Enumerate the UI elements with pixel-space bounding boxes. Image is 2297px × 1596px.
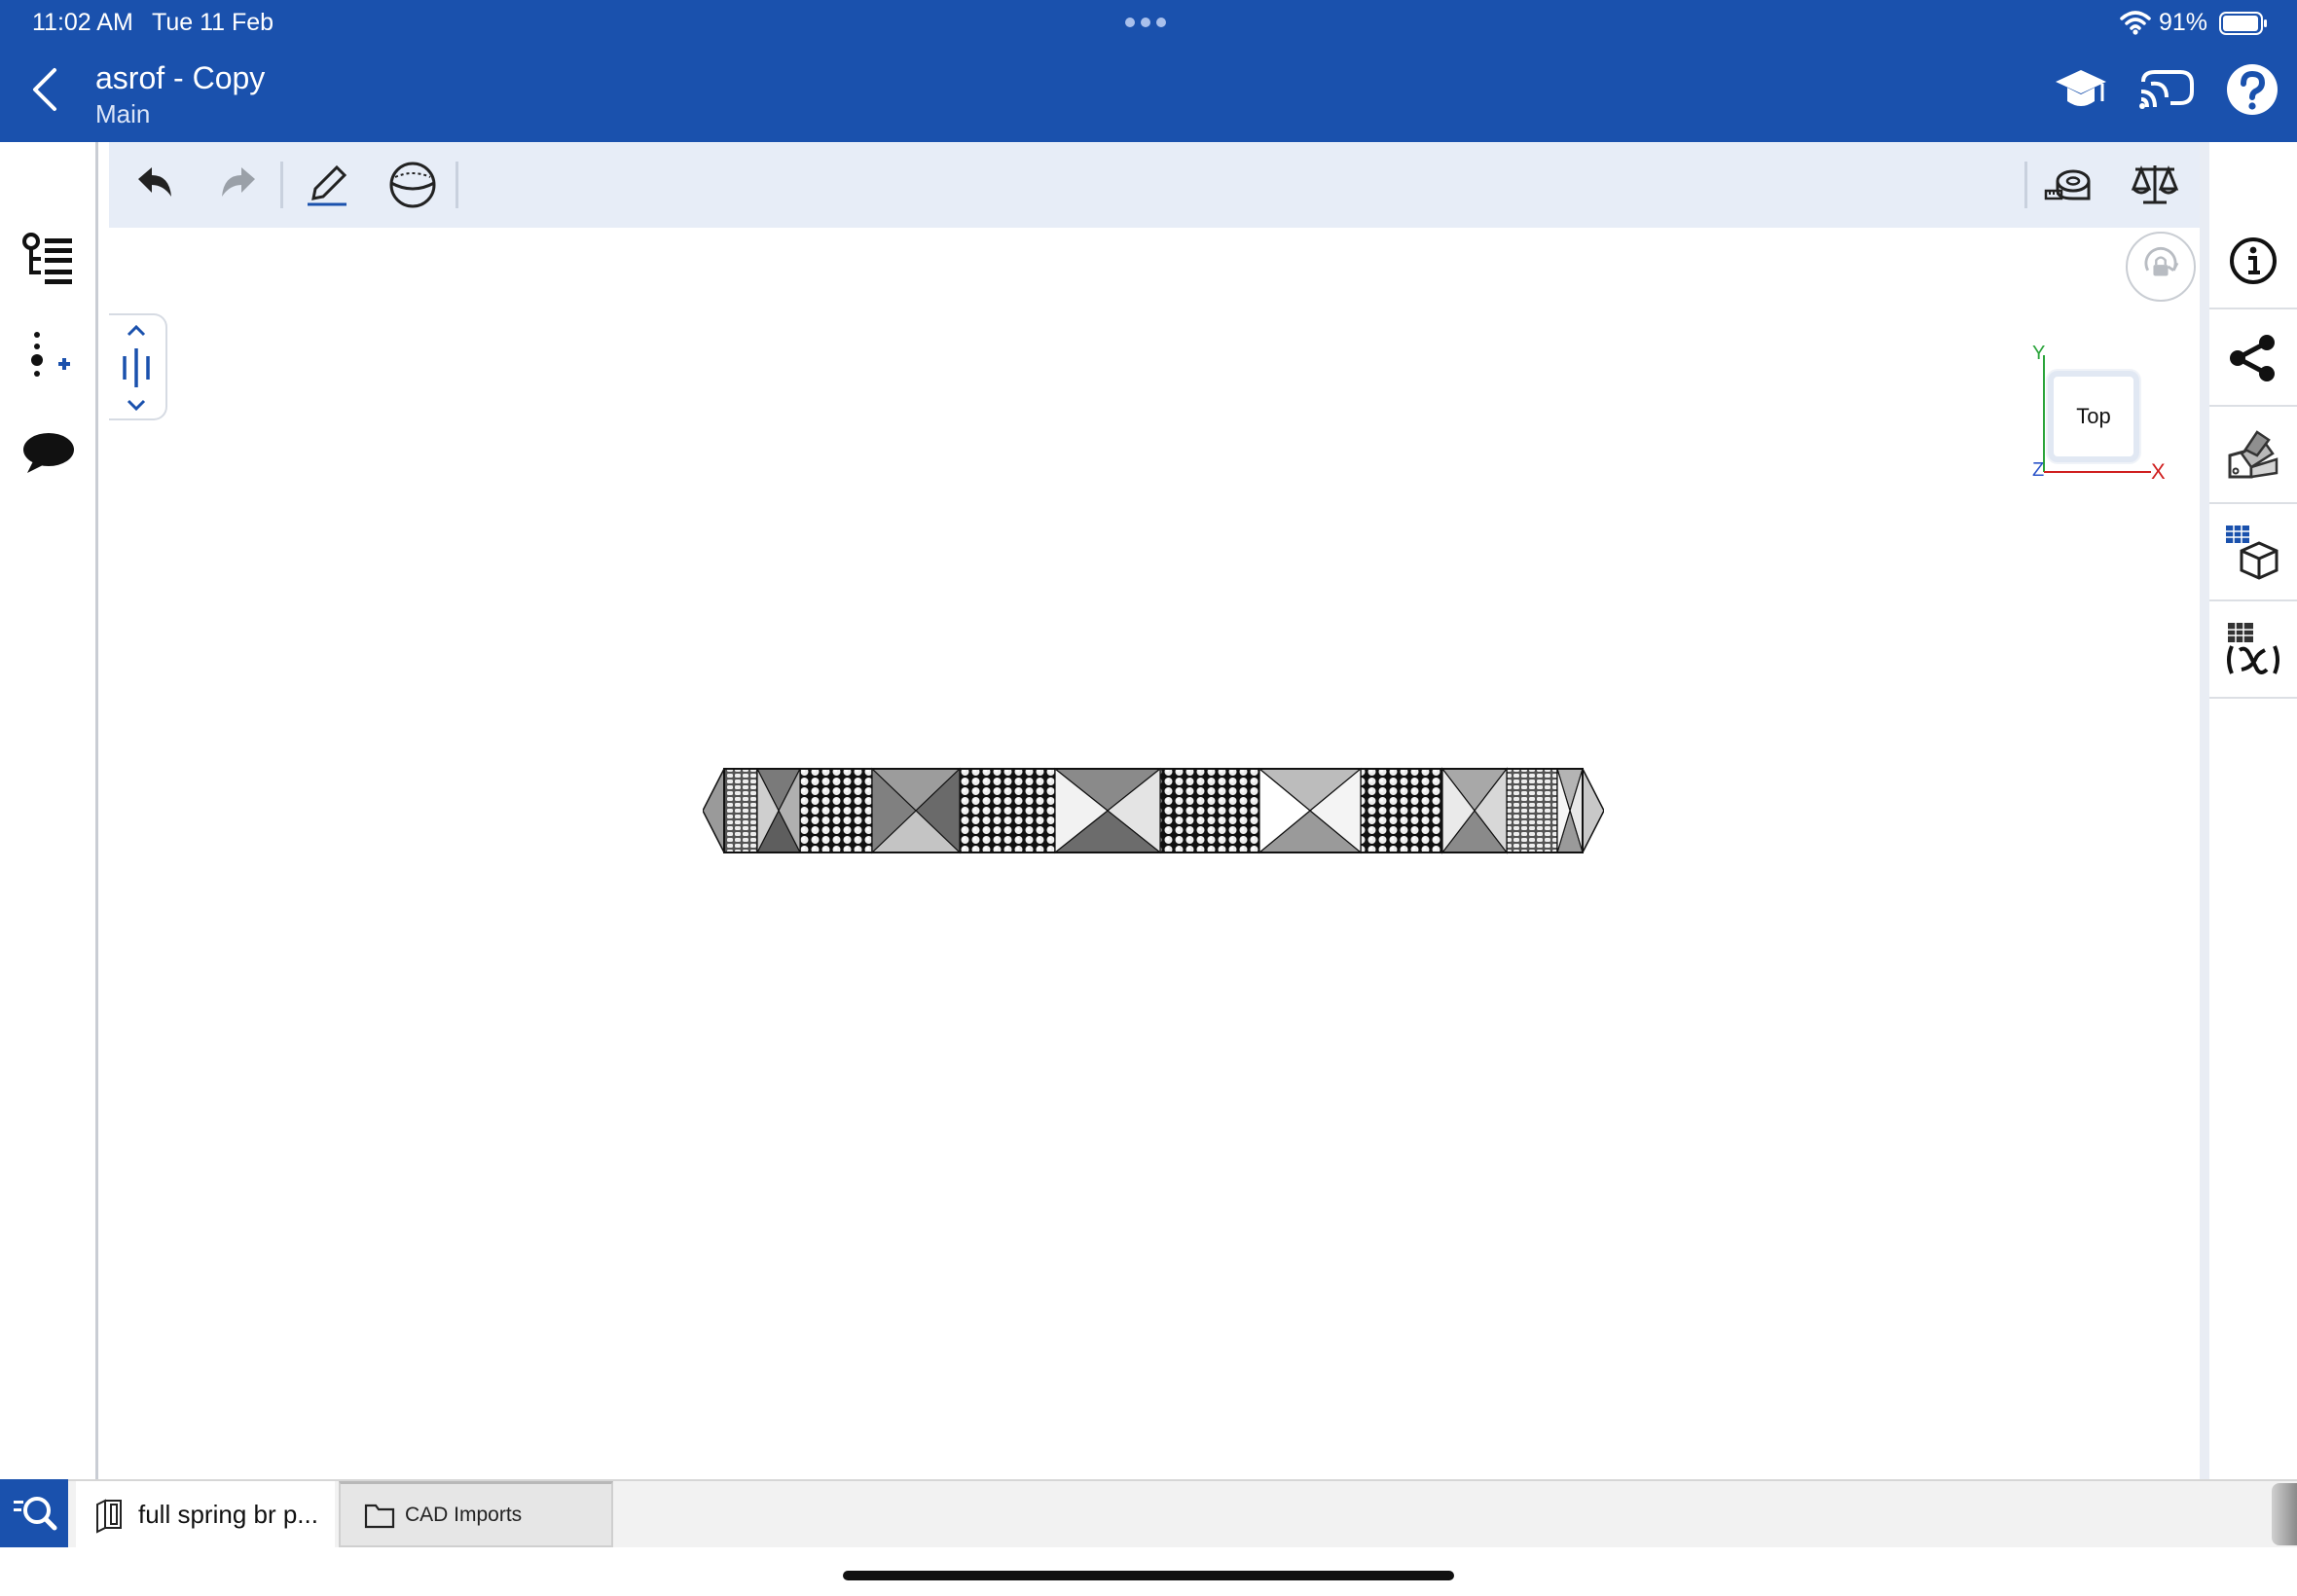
tape-measure-icon[interactable]: [2042, 158, 2096, 212]
info-icon: [2230, 237, 2277, 284]
back-button[interactable]: [23, 62, 68, 117]
appearance-button[interactable]: [2209, 407, 2297, 504]
configurations-button[interactable]: [2209, 504, 2297, 601]
search-icon: [14, 1497, 57, 1531]
pencil-icon[interactable]: [300, 158, 354, 212]
cast-icon[interactable]: [2137, 62, 2196, 117]
balance-scale-icon[interactable]: [2128, 158, 2182, 212]
variables-icon: [2227, 623, 2279, 674]
model-bead-block: [1360, 768, 1443, 853]
model-bead-block: [799, 768, 873, 853]
tab-label: full spring br p...: [138, 1499, 318, 1529]
model-end-cap: [1582, 768, 1604, 853]
comment-icon[interactable]: [19, 424, 78, 483]
rotation-lock-icon[interactable]: [2126, 232, 2196, 302]
named-views-toggle[interactable]: [109, 313, 167, 420]
feature-list-icon[interactable]: [19, 230, 78, 288]
axis-y-label: Y: [2032, 343, 2046, 364]
folder-icon: [364, 1504, 395, 1528]
canvas-border: [2200, 142, 2209, 1479]
plane-slider-icon: [123, 324, 150, 412]
tab-label: CAD Imports: [405, 1503, 523, 1526]
info-button[interactable]: [2209, 212, 2297, 309]
model-bead-block: [1159, 768, 1260, 853]
tab-scroll-handle[interactable]: [2272, 1483, 2297, 1545]
variables-button[interactable]: [2209, 601, 2297, 699]
battery-percent: 91%: [2159, 9, 2208, 36]
graduation-cap-icon[interactable]: [2052, 62, 2110, 117]
tab-search-button[interactable]: [0, 1479, 68, 1547]
model-bead-block: [723, 768, 758, 853]
tab-cad-imports[interactable]: CAD Imports: [339, 1481, 613, 1547]
model-bead-block: [959, 768, 1056, 853]
status-time: 11:02 AM: [32, 9, 133, 36]
workspace-name: Main: [95, 99, 151, 128]
configuration-table-icon: [2226, 526, 2279, 580]
model-bead-block: [1506, 768, 1558, 853]
help-icon[interactable]: [2223, 62, 2281, 117]
tab-part-studio[interactable]: full spring br p...: [76, 1481, 335, 1547]
appearance-swatch-icon: [2228, 430, 2279, 479]
app-header: 11:02 AM Tue 11 Feb 91% asrof - Copy Mai…: [0, 0, 2297, 142]
share-icon: [2230, 335, 2275, 381]
axis-x-label: X: [2151, 459, 2166, 484]
battery-icon: [2219, 12, 2267, 35]
model-end-cap: [703, 768, 725, 853]
toolbar-separator: [2024, 162, 2027, 208]
document-title: asrof - Copy: [95, 60, 266, 95]
cad-model-part[interactable]: [703, 767, 1604, 854]
add-mate-icon[interactable]: [19, 327, 78, 385]
home-indicator[interactable]: [843, 1571, 1454, 1580]
axis-z-label: Z: [2032, 459, 2045, 481]
multitasking-dots-icon[interactable]: [1125, 18, 1166, 27]
undo-icon[interactable]: [127, 158, 181, 212]
view-cube-top-face[interactable]: Top: [2048, 371, 2139, 462]
wifi-icon: [2120, 11, 2151, 35]
sphere-icon[interactable]: [385, 158, 440, 212]
panel-divider[interactable]: [95, 142, 98, 1479]
toolbar-separator: [456, 162, 458, 208]
toolbar-separator: [280, 162, 283, 208]
status-date: Tue 11 Feb: [152, 9, 274, 36]
share-button[interactable]: [2209, 309, 2297, 407]
redo-icon[interactable]: [212, 158, 267, 212]
main-toolbar: [109, 142, 2200, 228]
part-studio-icon: [96, 1499, 122, 1534]
status-bar: 11:02 AM Tue 11 Feb 91%: [0, 0, 2297, 45]
